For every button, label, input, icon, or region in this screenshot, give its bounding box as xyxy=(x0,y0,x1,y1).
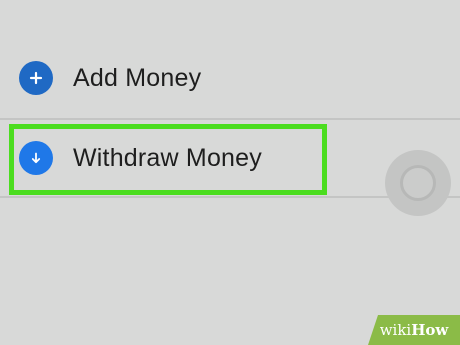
withdraw-money-label: Withdraw Money xyxy=(73,143,262,172)
app-screen: Add Money Withdraw Money wiki How xyxy=(0,0,460,345)
touch-indicator-inner xyxy=(400,165,436,201)
add-money-label: Add Money xyxy=(73,63,202,92)
wikihow-watermark: wiki How xyxy=(368,315,460,345)
arrow-down-icon xyxy=(19,141,53,175)
touch-indicator xyxy=(385,150,451,216)
plus-icon xyxy=(19,61,53,95)
watermark-wiki: wiki xyxy=(379,321,412,339)
watermark-how: How xyxy=(411,321,449,339)
add-money-button[interactable]: Add Money xyxy=(0,39,460,117)
